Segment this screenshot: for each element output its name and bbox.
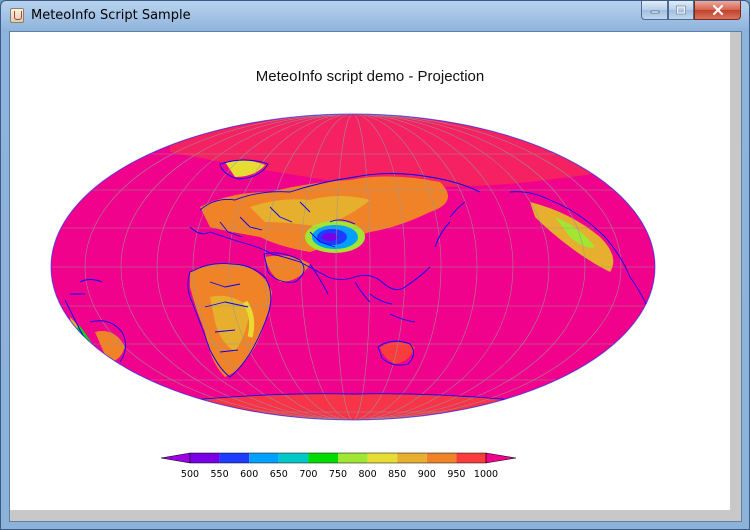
contour-antarctica-inner <box>310 438 395 447</box>
java-cup-icon <box>10 8 24 23</box>
contour-tibet-core <box>322 233 338 241</box>
colorbar-cell-600-650 <box>249 453 279 463</box>
colorbar-label-900: 900 <box>418 469 436 480</box>
colorbar-label-600: 600 <box>240 469 258 480</box>
colorbar-extend-high <box>485 452 517 464</box>
colorbar-cell-500-550 <box>190 453 220 463</box>
map-plot: 500 550 600 650 700 750 800 850 900 950 … <box>50 113 656 480</box>
colorbar-label-750: 750 <box>329 469 347 480</box>
colorbar-label-800: 800 <box>359 469 377 480</box>
app-window: MeteoInfo Script Sample MeteoInfo script… <box>0 0 750 530</box>
colorbar-cell-550-600 <box>219 453 250 463</box>
minimize-icon <box>650 10 659 14</box>
contour-antarctica-outer <box>265 425 420 447</box>
colorbar-label-1000: 1000 <box>474 469 498 480</box>
minimize-button[interactable] <box>641 1 668 20</box>
close-icon <box>712 4 723 16</box>
colorbar-label-500: 500 <box>181 469 199 480</box>
contour-antarctica-mid <box>280 432 410 447</box>
colorbar-cell-750-800 <box>338 453 368 463</box>
colorbar-cell-850-900 <box>397 453 427 463</box>
colorbar-extend-low <box>160 452 191 464</box>
close-button[interactable] <box>694 1 741 20</box>
window-title: MeteoInfo Script Sample <box>31 8 191 23</box>
colorbar-cell-900-950 <box>426 453 457 463</box>
colorbar: 500 550 600 650 700 750 800 850 900 950 … <box>160 452 517 480</box>
colorbar-cell-650-700 <box>278 453 309 463</box>
colorbar-label-550: 550 <box>211 469 229 480</box>
colorbar-cell-950-1000 <box>456 453 486 463</box>
colorbar-label-950: 950 <box>447 469 465 480</box>
title-bar[interactable]: MeteoInfo Script Sample <box>1 1 749 31</box>
colorbar-label-700: 700 <box>299 469 317 480</box>
colorbar-label-650: 650 <box>270 469 288 480</box>
plot-canvas[interactable]: MeteoInfo script demo - Projection 500 5… <box>10 32 730 510</box>
colorbar-cell-800-850 <box>367 453 398 463</box>
maximize-icon <box>676 5 686 14</box>
maximize-button[interactable] <box>668 1 694 20</box>
colorbar-cell-700-750 <box>308 453 338 463</box>
client-area: MeteoInfo script demo - Projection 500 5… <box>9 31 742 522</box>
colorbar-label-850: 850 <box>388 469 406 480</box>
